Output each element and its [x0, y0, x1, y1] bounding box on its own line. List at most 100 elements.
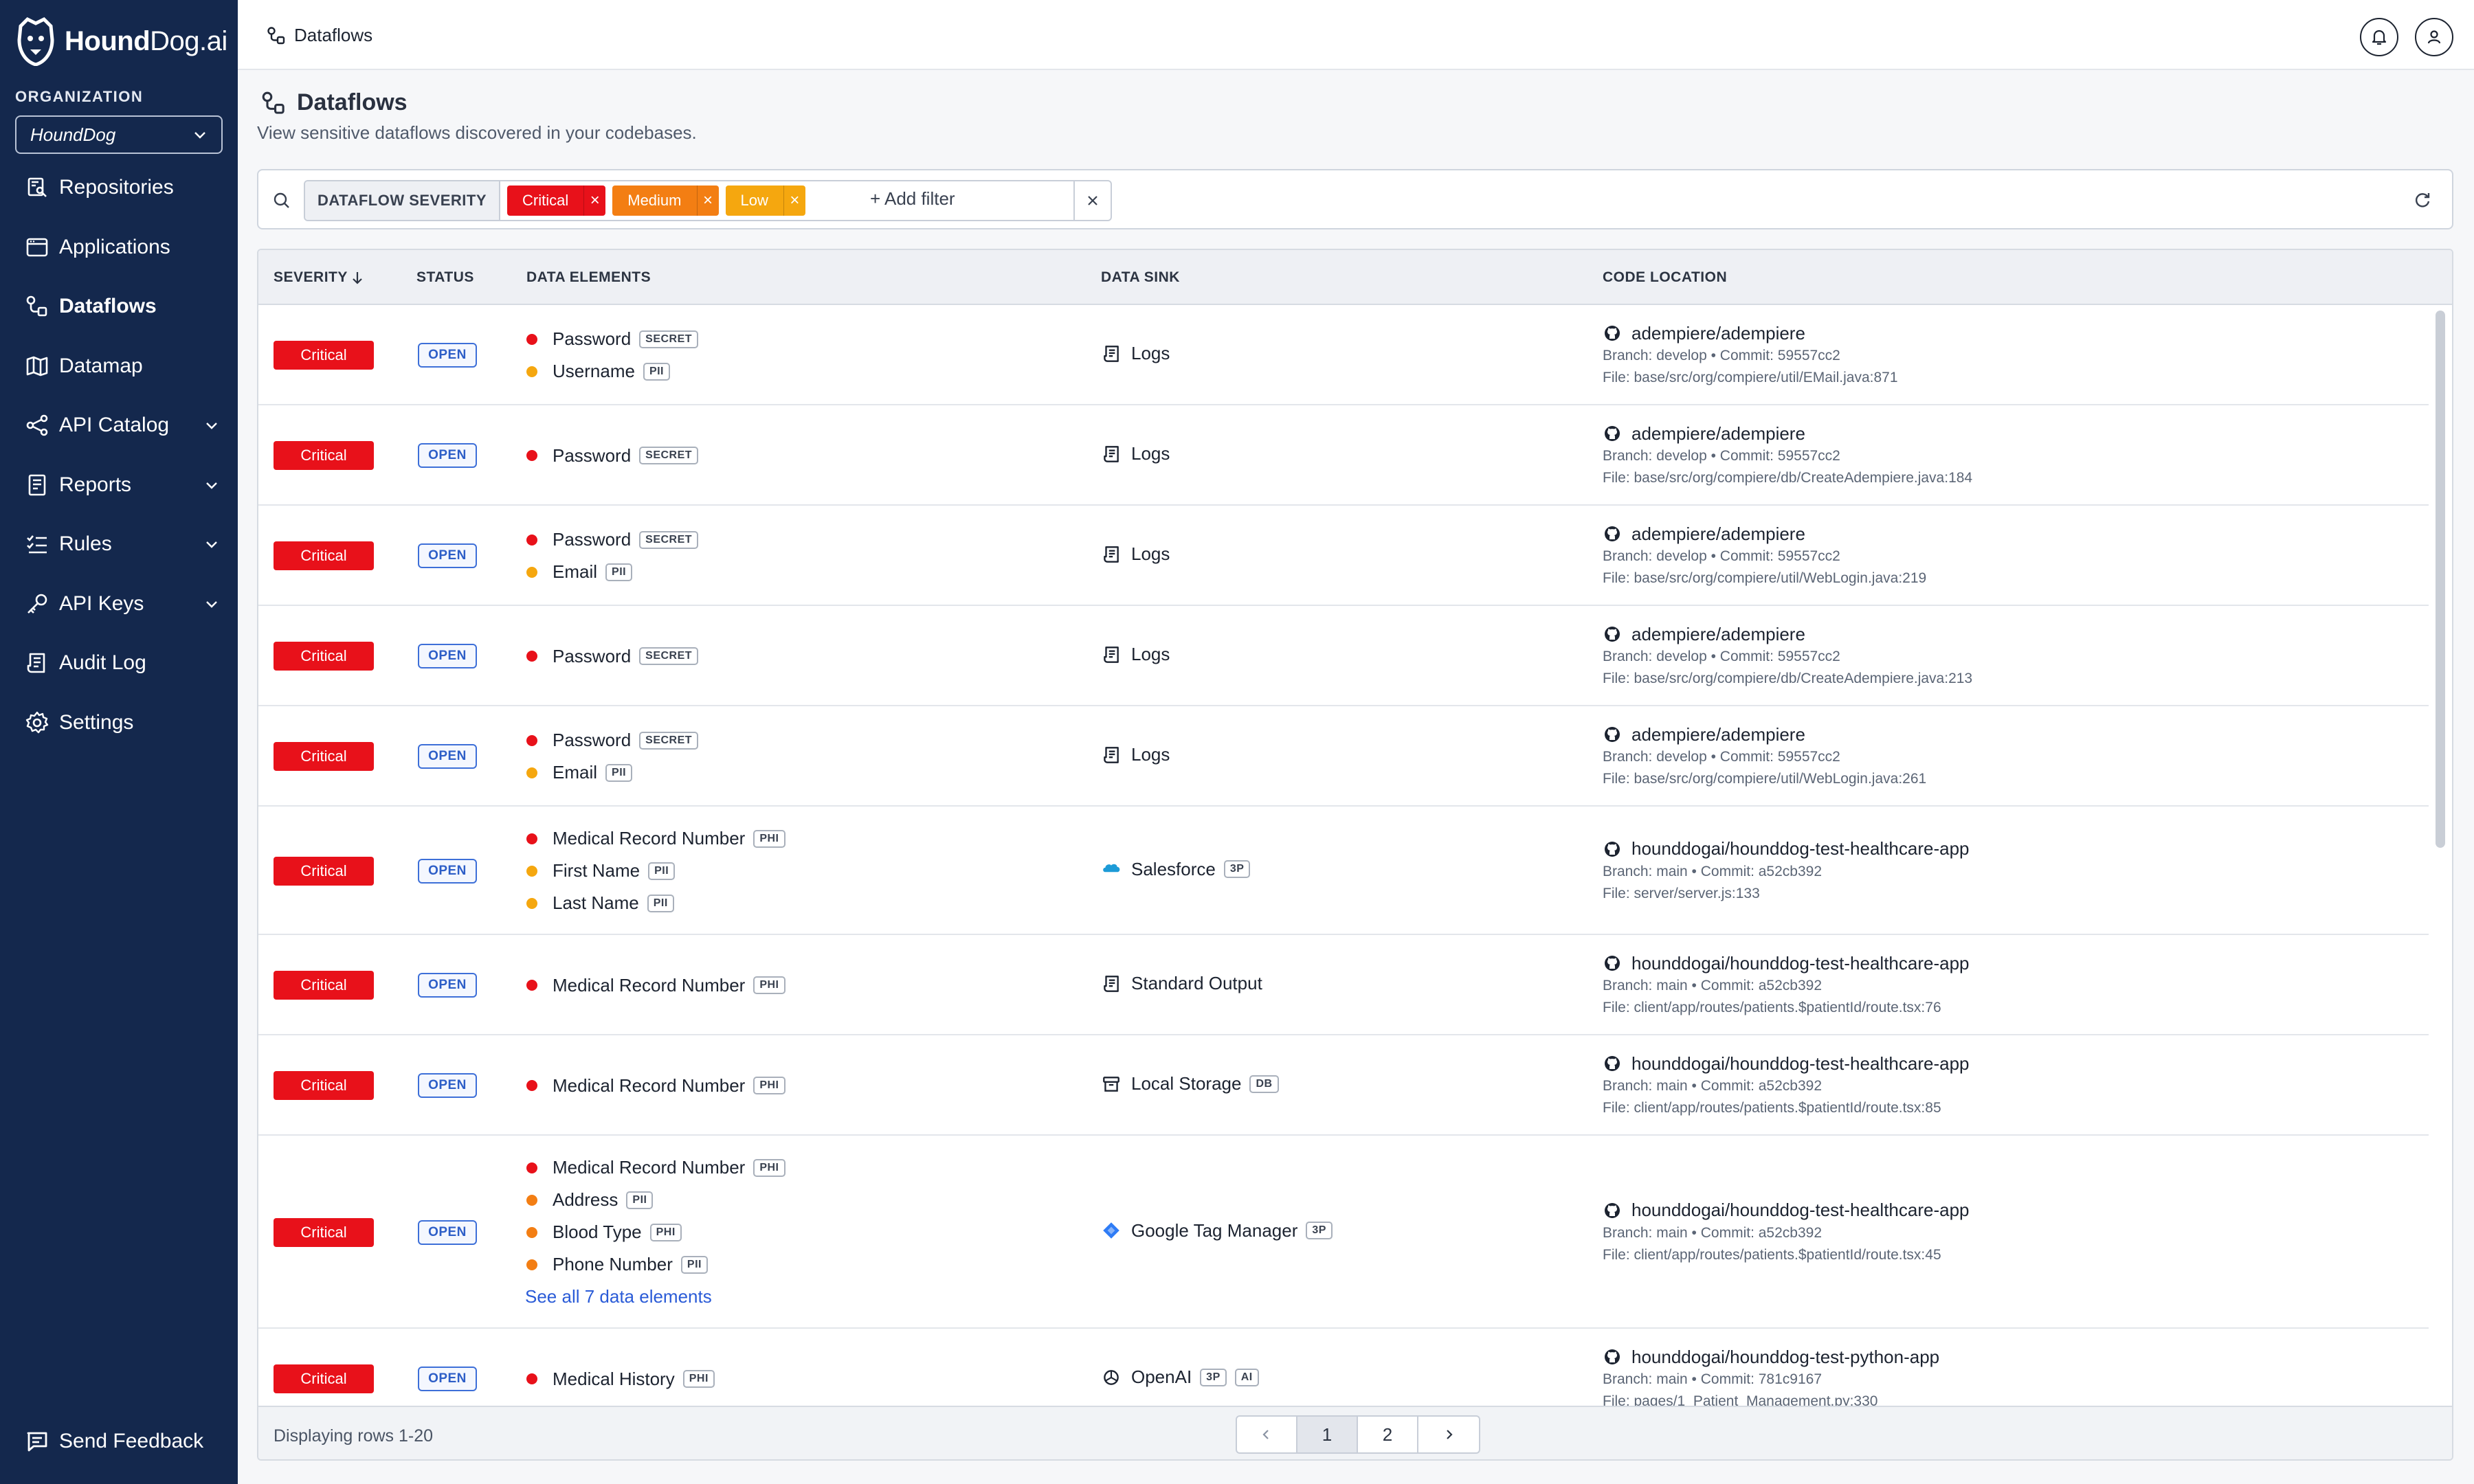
see-all-elements-link[interactable]: See all 7 data elements — [525, 1281, 785, 1313]
chevron-down-icon[interactable] — [203, 536, 220, 552]
remove-filter-value-icon[interactable]: × — [583, 186, 605, 216]
sidebar-item-repositories[interactable]: Repositories — [0, 158, 238, 218]
data-element-tag: SECRET — [639, 530, 699, 549]
table-scrollbar[interactable] — [2436, 311, 2445, 848]
data-sink: Standard Output — [1101, 973, 1262, 994]
column-header-data-elements[interactable]: DATA ELEMENTS — [526, 269, 651, 286]
table-row[interactable]: Critical OPEN Password SECRET Logs adempiere/… — [258, 606, 2429, 706]
sidebar-item-dataflows[interactable]: Dataflows — [0, 277, 238, 337]
chevron-down-icon[interactable] — [203, 477, 220, 493]
sensitivity-dot — [526, 1226, 537, 1238]
repository-link[interactable]: adempiere/adempiere — [1603, 422, 1972, 445]
branch-commit: Branch: main • Commit: a52cb392 — [1603, 978, 1822, 993]
organization-select[interactable]: HoundDog — [15, 115, 223, 154]
data-element: Address PII — [526, 1184, 785, 1216]
data-elements-list: Medical Record Number PHI — [526, 1070, 785, 1102]
repository-link[interactable]: adempiere/adempiere — [1603, 522, 1926, 546]
user-menu-button[interactable] — [2415, 18, 2453, 56]
column-header-severity-label: SEVERITY — [274, 269, 348, 285]
data-element-tag: PII — [643, 362, 670, 381]
salesforce-icon — [1101, 859, 1131, 879]
table-row[interactable]: Critical OPEN Password SECRET Email PII Logs ad… — [258, 506, 2429, 606]
data-element: Medical Record Number PHI — [526, 969, 785, 1002]
data-element-tag: PHI — [753, 976, 785, 994]
data-sink-name: Standard Output — [1131, 973, 1262, 993]
chevron-left-icon — [1262, 1430, 1269, 1439]
data-element-tag: PHI — [682, 1370, 715, 1388]
table-row[interactable]: Critical OPEN Medical Record Number PHI Loca… — [258, 1035, 2429, 1136]
status-badge: OPEN — [418, 1073, 477, 1098]
logs-icon — [1101, 544, 1131, 565]
table-row[interactable]: Critical OPEN Medical Record Number PHI Stan… — [258, 935, 2429, 1035]
table-row[interactable]: Critical OPEN Medical History PHI OpenAI 3P AI… — [258, 1329, 2429, 1406]
breadcrumb-current[interactable]: Dataflows — [294, 25, 372, 46]
sidebar-item-label: Repositories — [59, 176, 174, 199]
code-location: hounddogai/hounddog-test-healthcare-app B… — [1603, 1052, 1970, 1119]
data-sink: Local Storage DB — [1101, 1073, 1279, 1094]
repository-link[interactable]: hounddogai/hounddog-test-healthcare-app — [1603, 1052, 1970, 1075]
sidebar-item-api-keys[interactable]: API Keys — [0, 574, 238, 634]
add-filter-button[interactable]: + Add filter — [870, 188, 955, 210]
repository-name: hounddogai/hounddog-test-healthcare-app — [1631, 952, 1970, 974]
repository-link[interactable]: adempiere/adempiere — [1603, 622, 1972, 646]
column-header-code-location[interactable]: CODE LOCATION — [1603, 269, 1727, 286]
previous-page-button[interactable] — [1237, 1417, 1297, 1452]
severity-filter-chip[interactable]: DATAFLOW SEVERITY Critical × Medium × Low × — [304, 180, 1112, 221]
rules-icon — [25, 532, 49, 556]
chevron-down-icon[interactable] — [203, 417, 220, 434]
sidebar-item-datamap[interactable]: Datamap — [0, 337, 238, 396]
sidebar-item-audit-log[interactable]: Audit Log — [0, 633, 238, 693]
page-button-2[interactable]: 2 — [1358, 1417, 1418, 1452]
severity-badge: Critical — [274, 856, 374, 886]
repository-link[interactable]: adempiere/adempiere — [1603, 723, 1926, 746]
column-header-severity[interactable]: SEVERITY — [274, 269, 364, 286]
send-feedback-button[interactable]: Send Feedback — [25, 1429, 203, 1454]
page-button-1[interactable]: 1 — [1297, 1417, 1358, 1452]
next-page-button[interactable] — [1418, 1417, 1479, 1452]
brand-logo[interactable]: HoundDog.ai — [15, 16, 227, 66]
data-element-name: Last Name — [553, 892, 639, 913]
sensitivity-dot — [526, 1373, 537, 1384]
data-element-name: Password — [553, 645, 632, 666]
table-row[interactable]: Critical OPEN Medical Record Number PHI Addr… — [258, 1136, 2429, 1329]
table-row[interactable]: Critical OPEN Password SECRET Logs adempiere/… — [258, 405, 2429, 506]
sidebar-item-reports[interactable]: Reports — [0, 456, 238, 515]
remove-filter-value-icon[interactable]: × — [783, 186, 805, 216]
repository-link[interactable]: hounddogai/hounddog-test-python-app — [1603, 1345, 1939, 1369]
archive-icon — [1101, 1074, 1131, 1094]
sidebar-item-label: API Catalog — [59, 414, 170, 437]
column-header-status[interactable]: STATUS — [416, 269, 474, 286]
sidebar-item-label: Datamap — [59, 354, 143, 377]
notifications-button[interactable] — [2360, 18, 2398, 56]
branch-commit: Branch: main • Commit: 781c9167 — [1603, 1371, 1822, 1387]
refresh-icon[interactable] — [2412, 190, 2433, 210]
repository-link[interactable]: adempiere/adempiere — [1603, 322, 1898, 345]
column-header-data-sink[interactable]: DATA SINK — [1101, 269, 1180, 286]
sidebar-item-settings[interactable]: Settings — [0, 693, 238, 753]
branch-commit: Branch: main • Commit: a52cb392 — [1603, 1224, 1822, 1241]
table-body: Critical OPEN Password SECRET Username PII Log… — [258, 305, 2429, 1406]
data-element-name: Email — [553, 561, 598, 582]
repository-link[interactable]: hounddogai/hounddog-test-healthcare-app — [1603, 837, 1970, 861]
data-sink-name: Logs — [1131, 343, 1170, 363]
repository-link[interactable]: hounddogai/hounddog-test-healthcare-app — [1603, 1199, 1970, 1222]
repository-link[interactable]: hounddogai/hounddog-test-healthcare-app — [1603, 952, 1970, 975]
data-elements-list: Medical Record Number PHI First Name PII Las… — [526, 822, 785, 919]
clear-filter-button[interactable] — [1073, 181, 1111, 220]
sidebar-item-api-catalog[interactable]: API Catalog — [0, 396, 238, 456]
table-row[interactable]: Critical OPEN Password SECRET Username PII Log… — [258, 305, 2429, 405]
table-row[interactable]: Critical OPEN Medical Record Number PHI Firs… — [258, 807, 2429, 935]
table-row[interactable]: Critical OPEN Password SECRET Email PII Logs ad… — [258, 706, 2429, 807]
sensitivity-dot — [526, 1162, 537, 1173]
chevron-down-icon[interactable] — [203, 596, 220, 612]
repository-name: hounddogai/hounddog-test-healthcare-app — [1631, 1200, 1970, 1220]
code-location: adempiere/adempiere Branch: develop • Com… — [1603, 322, 1898, 389]
data-sink-tag: 3P — [1223, 860, 1251, 878]
data-element-name: Blood Type — [553, 1222, 642, 1242]
github-icon — [1603, 840, 1631, 859]
code-location: adempiere/adempiere Branch: develop • Com… — [1603, 522, 1926, 589]
remove-filter-value-icon[interactable]: × — [696, 186, 719, 216]
severity-badge: Critical — [274, 971, 374, 1000]
sidebar-item-rules[interactable]: Rules — [0, 515, 238, 574]
sidebar-item-applications[interactable]: Applications — [0, 218, 238, 278]
